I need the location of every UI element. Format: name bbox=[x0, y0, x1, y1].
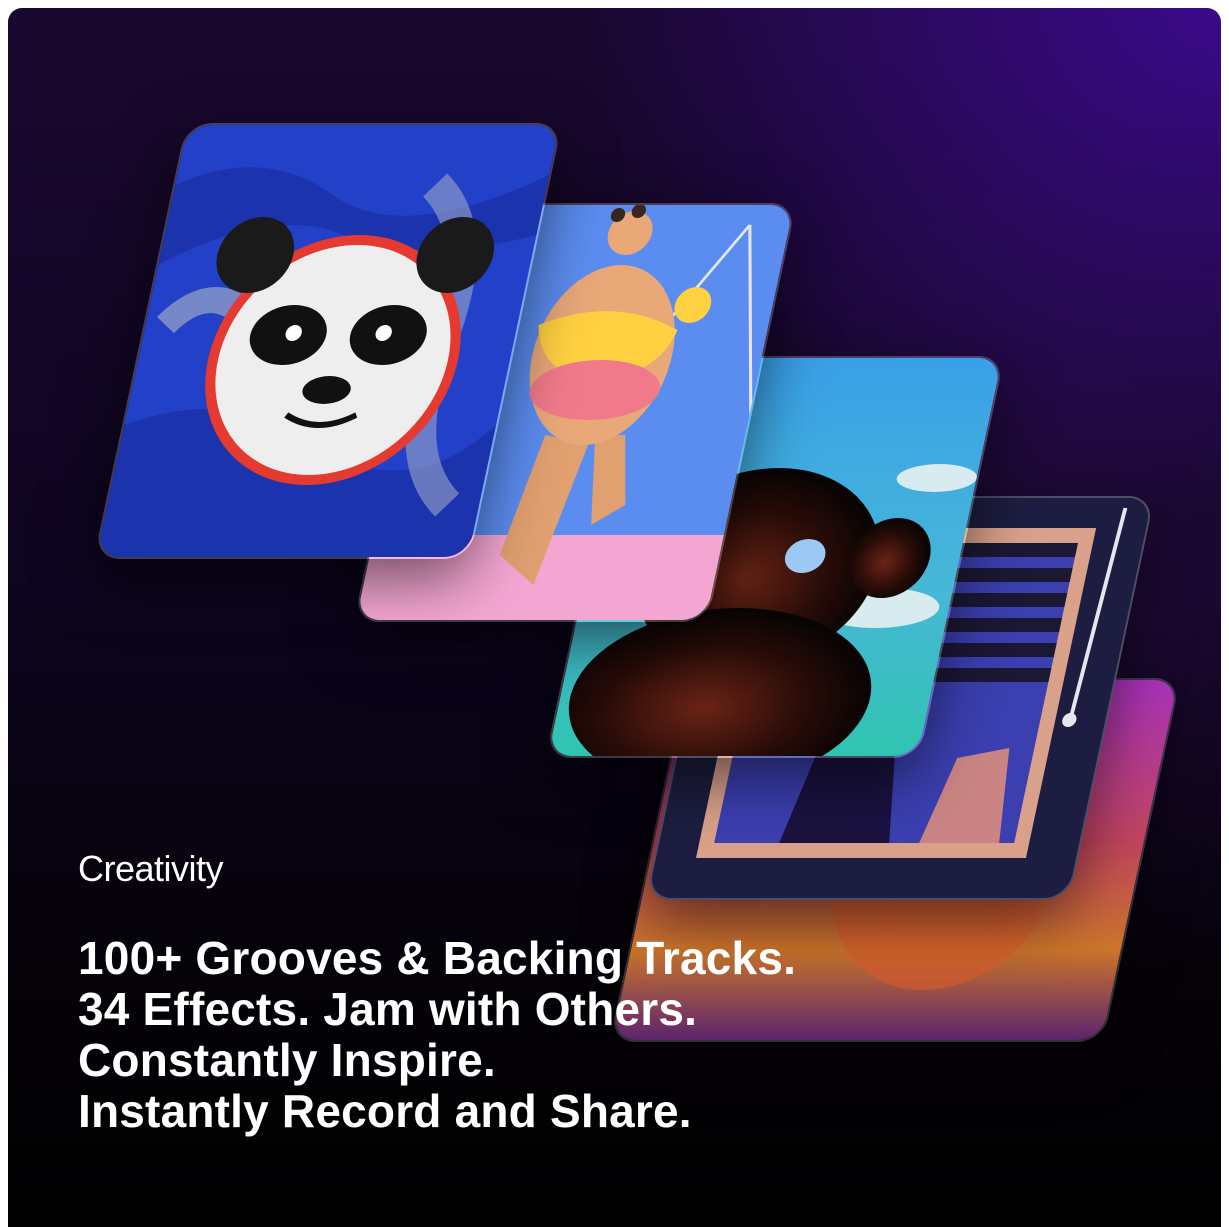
headline-line-1: 100+ Grooves & Backing Tracks. bbox=[78, 932, 797, 984]
headline-line-3: Constantly Inspire. bbox=[78, 1034, 496, 1086]
headline: 100+ Grooves & Backing Tracks. 34 Effect… bbox=[78, 933, 796, 1137]
headline-line-2: 34 Effects. Jam with Others. bbox=[78, 983, 698, 1035]
headline-line-4: Instantly Record and Share. bbox=[78, 1085, 692, 1137]
section-caption: Creativity bbox=[78, 848, 224, 889]
promo-panel: Creativity 100+ Grooves & Backing Tracks… bbox=[8, 8, 1221, 1227]
